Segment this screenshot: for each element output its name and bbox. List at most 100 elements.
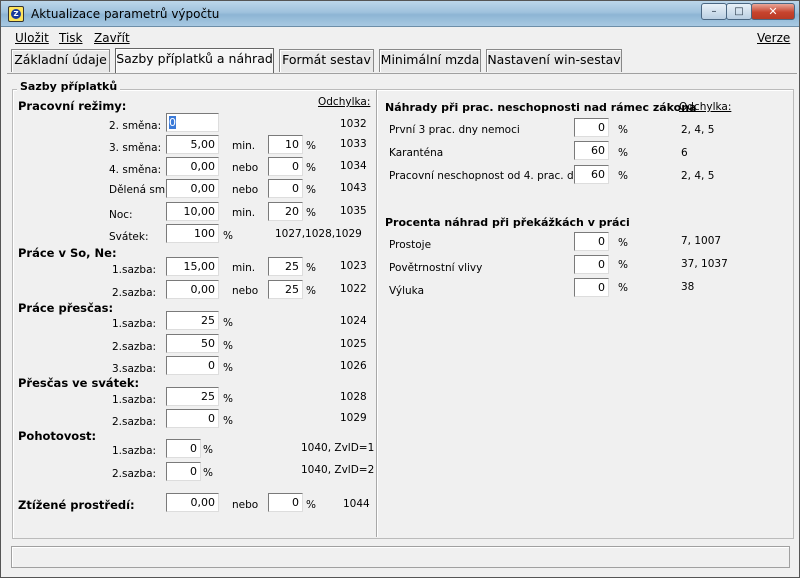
overtime-holiday-rate1-label: 1.sazba: bbox=[112, 394, 157, 406]
split-shift-percent-input[interactable]: 0 bbox=[268, 179, 303, 198]
sick-row-quarantine-input[interactable]: 60 bbox=[574, 141, 609, 160]
weekend-rate1-code: 1023 bbox=[340, 260, 367, 272]
weekend-rate1-label: 1.sazba: bbox=[112, 264, 157, 276]
hazard-minutes-input[interactable]: 0,00 bbox=[166, 493, 219, 512]
tab-rates[interactable]: Sazby příplatků a náhrad bbox=[115, 48, 274, 73]
weekend-rate2-percent-input[interactable]: 25 bbox=[268, 280, 303, 299]
overtime-holiday-rate2-input[interactable]: 0 bbox=[166, 409, 219, 428]
overtime-rate2-label: 2.sazba: bbox=[112, 341, 157, 353]
sick-row-quarantine-code: 6 bbox=[681, 147, 688, 159]
split-shift-minutes-input[interactable]: 0,00 bbox=[166, 179, 219, 198]
shift3-minutes-input[interactable]: 5,00 bbox=[166, 135, 219, 154]
tab-basic-data[interactable]: Základní údaje bbox=[11, 49, 110, 72]
standby-rate1-percent-sign: % bbox=[203, 444, 213, 456]
weekend-rate2-percent-sign: % bbox=[306, 285, 316, 297]
shift3-percent-input[interactable]: 10 bbox=[268, 135, 303, 154]
minimize-button[interactable]: – bbox=[701, 3, 727, 20]
tab-report-format[interactable]: Formát sestav bbox=[279, 49, 374, 72]
night-unit: min. bbox=[232, 207, 256, 219]
obstacle-row-downtime-label: Prostoje bbox=[389, 239, 432, 251]
split-shift-code: 1043 bbox=[340, 182, 367, 194]
app-window: Z Aktualizace parametrů výpočtu – □ ✕ Ul… bbox=[0, 0, 800, 578]
column-divider bbox=[376, 90, 378, 537]
holiday-percent-sign: % bbox=[223, 230, 233, 242]
overtime-holiday-rate2-percent-sign: % bbox=[223, 415, 233, 427]
maximize-button[interactable]: □ bbox=[726, 3, 752, 20]
tab-win-reports[interactable]: Nastavení win-sestav bbox=[486, 49, 622, 72]
shift2-code: 1032 bbox=[340, 118, 367, 130]
night-percent-input[interactable]: 20 bbox=[268, 202, 303, 221]
holiday-percent-input[interactable]: 100 bbox=[166, 224, 219, 243]
sick-title: Náhrady při prac. neschopnosti nad rámec… bbox=[385, 101, 697, 114]
sick-row-first-days-input[interactable]: 0 bbox=[574, 118, 609, 137]
overtime-rate1-input[interactable]: 25 bbox=[166, 311, 219, 330]
obstacles-title: Procenta náhrad při překážkách v práci bbox=[385, 216, 630, 229]
shift4-percent-sign: % bbox=[306, 162, 316, 174]
sick-row-from-day4-code: 2, 4, 5 bbox=[681, 170, 715, 182]
obstacle-row-downtime-input[interactable]: 0 bbox=[574, 232, 609, 251]
title-bar: Z Aktualizace parametrů výpočtu – □ ✕ bbox=[1, 1, 799, 27]
menu-save[interactable]: Uložit bbox=[15, 31, 49, 45]
deviation-header-right: Odchylka: bbox=[679, 101, 732, 113]
tab-minimum-wage[interactable]: Minimální mzda bbox=[379, 49, 481, 72]
weekend-rate1-percent-input[interactable]: 25 bbox=[268, 257, 303, 276]
weekend-rate2-label: 2.sazba: bbox=[112, 287, 157, 299]
menu-print[interactable]: Tisk bbox=[59, 31, 83, 45]
shift2-input[interactable]: 0 bbox=[166, 113, 219, 132]
overtime-rate2-code: 1025 bbox=[340, 338, 367, 350]
hazard-percent-input[interactable]: 0 bbox=[268, 493, 303, 512]
weekend-rate1-minutes-input[interactable]: 15,00 bbox=[166, 257, 219, 276]
night-percent-sign: % bbox=[306, 207, 316, 219]
obstacle-row-lockout-label: Výluka bbox=[389, 285, 425, 297]
standby-rate2-input[interactable]: 0 bbox=[166, 462, 201, 481]
overtime-rate2-input[interactable]: 50 bbox=[166, 334, 219, 353]
menu-version[interactable]: Verze bbox=[757, 31, 790, 45]
overtime-rate3-label: 3.sazba: bbox=[112, 363, 157, 375]
obstacle-row-weather-code: 37, 1037 bbox=[681, 258, 728, 270]
holiday-label: Svátek: bbox=[109, 231, 149, 243]
hazard-percent-sign: % bbox=[306, 499, 316, 511]
sick-row-from-day4-input[interactable]: 60 bbox=[574, 165, 609, 184]
obstacle-row-downtime-percent-sign: % bbox=[618, 237, 628, 249]
app-icon[interactable]: Z bbox=[8, 6, 24, 22]
weekend-title: Práce v So, Ne: bbox=[18, 246, 117, 260]
overtime-rate1-code: 1024 bbox=[340, 315, 367, 327]
shift3-unit: min. bbox=[232, 140, 256, 152]
night-minutes-input[interactable]: 10,00 bbox=[166, 202, 219, 221]
work-modes-title: Pracovní režimy: bbox=[18, 99, 127, 113]
group-title: Sazby příplatků bbox=[17, 80, 121, 93]
obstacle-row-weather-label: Povětrnostní vlivy bbox=[389, 262, 483, 274]
standby-rate1-input[interactable]: 0 bbox=[166, 439, 201, 458]
deviation-header-left: Odchylka: bbox=[318, 96, 371, 108]
holiday-code: 1027,1028,1029 bbox=[275, 228, 362, 240]
sick-row-first-days-percent-sign: % bbox=[618, 124, 628, 136]
hazard-unit: nebo bbox=[232, 499, 259, 511]
sick-row-quarantine-percent-sign: % bbox=[618, 147, 628, 159]
window-title: Aktualizace parametrů výpočtu bbox=[31, 7, 220, 21]
weekend-rate1-unit: min. bbox=[232, 262, 256, 274]
obstacle-row-lockout-input[interactable]: 0 bbox=[574, 278, 609, 297]
split-shift-unit: nebo bbox=[232, 184, 259, 196]
overtime-holiday-rate1-percent-sign: % bbox=[223, 393, 233, 405]
sick-row-from-day4-percent-sign: % bbox=[618, 170, 628, 182]
close-button[interactable]: ✕ bbox=[751, 3, 795, 20]
standby-rate2-code: 1040, ZvlD=2 bbox=[301, 464, 375, 476]
weekend-rate2-unit: nebo bbox=[232, 285, 259, 297]
split-shift-percent-sign: % bbox=[306, 184, 316, 196]
overtime-holiday-rate2-label: 2.sazba: bbox=[112, 416, 157, 428]
menu-close[interactable]: Zavřít bbox=[94, 31, 130, 45]
shift4-minutes-input[interactable]: 0,00 bbox=[166, 157, 219, 176]
overtime-rate3-code: 1026 bbox=[340, 360, 367, 372]
overtime-holiday-rate1-input[interactable]: 25 bbox=[166, 387, 219, 406]
split-shift-label: Dělená sm. bbox=[109, 184, 169, 196]
obstacle-row-weather-input[interactable]: 0 bbox=[574, 255, 609, 274]
overtime-title: Práce přesčas: bbox=[18, 301, 114, 315]
overtime-holiday-title: Přesčas ve svátek: bbox=[18, 376, 140, 390]
weekend-rate2-minutes-input[interactable]: 0,00 bbox=[166, 280, 219, 299]
night-label: Noc: bbox=[109, 209, 133, 221]
shift4-percent-input[interactable]: 0 bbox=[268, 157, 303, 176]
sick-row-quarantine-label: Karanténa bbox=[389, 147, 444, 159]
standby-rate2-percent-sign: % bbox=[203, 467, 213, 479]
sick-row-first-days-label: První 3 prac. dny nemoci bbox=[389, 124, 520, 136]
overtime-rate3-input[interactable]: 0 bbox=[166, 356, 219, 375]
